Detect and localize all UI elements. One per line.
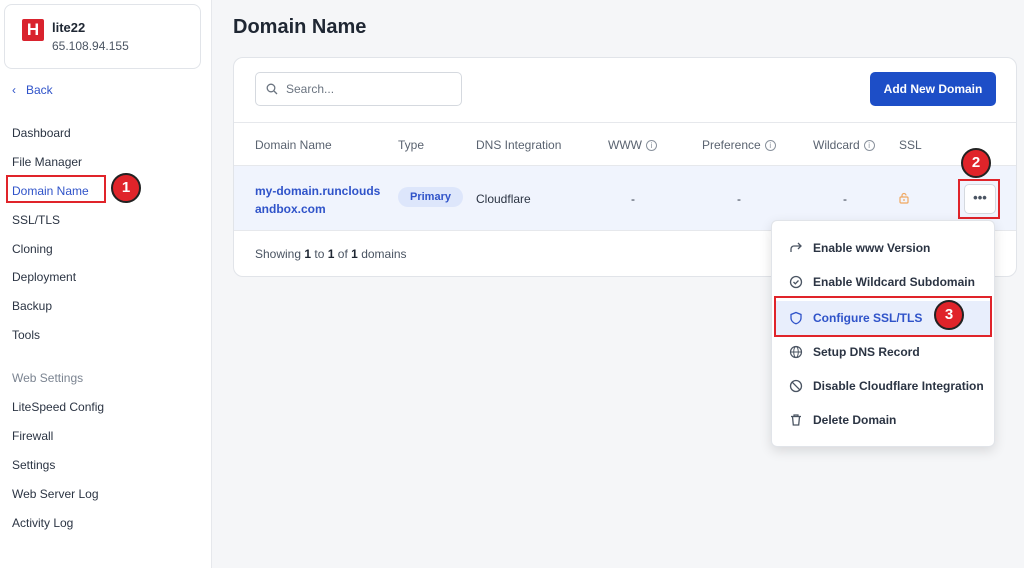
menu-item-delete-domain[interactable]: Delete Domain — [772, 403, 996, 437]
sidebar-item-tools[interactable]: Tools — [0, 321, 211, 350]
server-card[interactable]: H lite22 65.108.94.155 — [4, 4, 201, 69]
page-title: Domain Name — [233, 16, 367, 38]
back-label: Back — [26, 83, 53, 97]
menu-item-enable-www[interactable]: Enable www Version — [772, 231, 996, 265]
column-header-preference[interactable]: Preference i — [702, 123, 776, 167]
step-badge-3: 3 — [934, 300, 964, 330]
highlight-box-step-2 — [958, 179, 1000, 219]
sidebar-item-ssl-tls[interactable]: SSL/TLS — [0, 206, 211, 235]
wildcard-value: - — [843, 192, 847, 206]
brand-logo: H — [22, 19, 44, 41]
step-badge-2: 2 — [961, 148, 991, 178]
globe-icon — [789, 345, 803, 359]
column-header-ssl[interactable]: SSL — [899, 123, 922, 167]
highlight-box-step-1 — [6, 175, 106, 203]
info-icon[interactable]: i — [764, 139, 776, 151]
www-value: - — [631, 192, 635, 206]
menu-item-enable-wildcard[interactable]: Enable Wildcard Subdomain — [772, 265, 996, 299]
search-box[interactable] — [255, 72, 462, 106]
menu-item-setup-dns[interactable]: Setup DNS Record — [772, 335, 996, 369]
server-ip: 65.108.94.155 — [52, 39, 129, 53]
sidebar-item-cloning[interactable]: Cloning — [0, 235, 211, 264]
preference-value: - — [737, 192, 741, 206]
search-input[interactable] — [286, 82, 456, 96]
sidebar-item-deployment[interactable]: Deployment — [0, 263, 211, 292]
pagination-summary: Showing 1 to 1 of 1 domains — [255, 247, 407, 261]
sidebar-item-firewall[interactable]: Firewall — [0, 422, 211, 451]
sidebar-item-web-server-log[interactable]: Web Server Log — [0, 480, 211, 509]
column-header-type[interactable]: Type — [398, 123, 424, 167]
sidebar-item-dashboard[interactable]: Dashboard — [0, 119, 211, 148]
ssl-unlocked-icon — [898, 192, 910, 204]
sidebar-item-settings[interactable]: Settings — [0, 451, 211, 480]
column-header-domain[interactable]: Domain Name — [255, 123, 332, 167]
check-circle-icon — [789, 275, 803, 289]
sidebar-item-activity-log[interactable]: Activity Log — [0, 509, 211, 538]
sidebar-item-file-manager[interactable]: File Manager — [0, 148, 211, 177]
dns-integration-value: Cloudflare — [476, 192, 531, 206]
info-icon[interactable]: i — [863, 139, 875, 151]
add-new-domain-button[interactable]: Add New Domain — [870, 72, 996, 106]
search-icon — [265, 82, 279, 96]
sidebar-item-litespeed-config[interactable]: LiteSpeed Config — [0, 393, 211, 422]
trash-icon — [789, 413, 803, 427]
server-name: lite22 — [52, 20, 86, 35]
info-icon[interactable]: i — [645, 139, 657, 151]
sidebar-section-web-settings: Web Settings — [12, 371, 84, 386]
menu-item-disable-cloudflare[interactable]: Disable Cloudflare Integration — [772, 369, 996, 403]
column-header-www[interactable]: WWW i — [608, 123, 657, 167]
chevron-left-icon: ‹ — [12, 83, 16, 97]
ban-icon — [789, 379, 803, 393]
type-badge: Primary — [398, 187, 463, 207]
column-header-dns[interactable]: DNS Integration — [476, 123, 561, 167]
back-link[interactable]: ‹ Back — [12, 83, 53, 97]
step-badge-1: 1 — [111, 173, 141, 203]
sidebar-item-backup[interactable]: Backup — [0, 292, 211, 321]
sidebar: H lite22 65.108.94.155 ‹ Back Dashboard … — [0, 0, 212, 568]
table-header: Domain Name Type DNS Integration WWW i Pr… — [234, 122, 1016, 167]
column-header-wildcard[interactable]: Wildcard i — [813, 123, 875, 167]
domain-link[interactable]: my-domain.runcloudsandbox.com — [255, 182, 387, 218]
redirect-arrow-icon — [789, 241, 803, 255]
